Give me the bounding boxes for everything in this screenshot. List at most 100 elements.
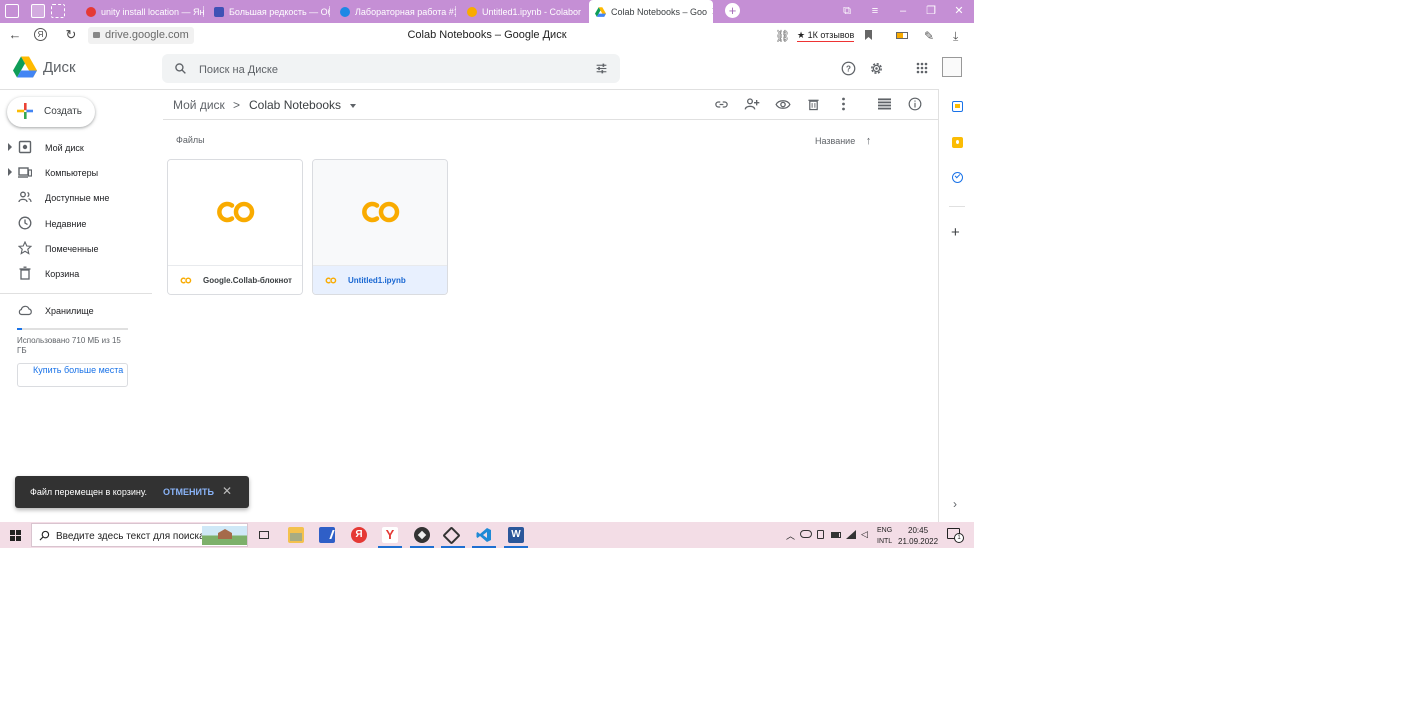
share-person-add-icon[interactable] (744, 96, 760, 112)
search-box[interactable] (162, 54, 620, 83)
expand-arrow-icon[interactable] (8, 168, 12, 176)
wifi-icon[interactable] (846, 530, 856, 539)
lang-bottom: INTL (877, 538, 893, 545)
collections-icon[interactable] (51, 4, 65, 18)
expand-arrow-icon[interactable] (8, 143, 12, 151)
search-options-icon[interactable] (595, 62, 608, 75)
browser-tab-active[interactable]: Colab Notebooks – Goo ✕ (589, 0, 713, 23)
more-vertical-icon[interactable] (841, 97, 846, 111)
buy-storage-button[interactable]: Купить больше места (17, 363, 128, 387)
breadcrumb-root[interactable]: Мой диск (173, 98, 225, 112)
taskbar-search-box[interactable]: Введите здесь текст для поиска (31, 523, 248, 547)
add-addon-plus-icon[interactable]: + (951, 225, 960, 240)
file-card-footer: Google.Collab-блокнот (168, 265, 302, 294)
nav-item-my-drive[interactable]: Мой диск (0, 137, 150, 159)
lang-top: ENG (877, 527, 893, 534)
chevron-down-icon[interactable] (350, 103, 357, 108)
preview-eye-icon[interactable] (775, 97, 791, 112)
download-icon[interactable]: ⤓ (953, 29, 958, 44)
delete-trash-icon[interactable] (807, 97, 820, 111)
sort-by-name-button[interactable]: Название ↑ (815, 135, 871, 147)
close-window-icon[interactable]: ✕ (948, 0, 970, 23)
nav-divider (0, 293, 152, 294)
phone-link-icon[interactable] (817, 530, 824, 539)
yandex-app-icon[interactable]: Я (351, 527, 367, 543)
nav-item-label: Компьютеры (45, 168, 99, 178)
nav-item-trash[interactable]: Корзина (0, 263, 150, 285)
unity-hub-icon[interactable] (414, 527, 430, 543)
help-icon[interactable]: ? (841, 61, 856, 76)
nav-item-label: Недавние (45, 219, 87, 229)
task-view-icon[interactable] (257, 527, 273, 543)
onedrive-icon[interactable] (800, 530, 812, 538)
arrow-up-icon[interactable]: ↑ (866, 135, 872, 147)
search-icon[interactable] (174, 62, 187, 75)
search-input[interactable] (197, 60, 581, 79)
cloud-icon (18, 305, 32, 316)
clock-date: 21.09.2022 (898, 537, 939, 546)
sort-label: Название (815, 136, 856, 146)
battery-icon[interactable] (831, 532, 841, 538)
browser-tab[interactable]: Лабораторная работа #1 (340, 0, 456, 23)
snackbar-close-icon[interactable]: ✕ (222, 484, 232, 498)
browser-tab[interactable]: Большая редкость — Об (214, 0, 330, 23)
window-tabs-icon[interactable]: ⧉ (836, 0, 858, 23)
remote-app-icon[interactable] (319, 527, 335, 543)
colab-favicon-icon (467, 6, 477, 17)
close-tab-icon[interactable]: ✕ (707, 5, 713, 18)
browser-tab[interactable]: Untitled1.ipynb - Colabor (467, 0, 582, 23)
file-explorer-icon[interactable] (288, 527, 304, 543)
link-icon[interactable]: ⛓ (775, 29, 790, 43)
system-clock[interactable]: 20:45 21.09.2022 (898, 525, 938, 547)
google-apps-icon[interactable] (916, 62, 928, 74)
tray-chevron-up-icon[interactable]: ︿ (786, 529, 795, 542)
nav-item-shared[interactable]: Доступные мне (0, 187, 150, 209)
nav-item-computers[interactable]: Компьютеры (0, 162, 150, 184)
get-link-icon[interactable] (714, 97, 729, 112)
file-card-selected[interactable]: Untitled1.ipynb (312, 159, 448, 295)
extensions-icon[interactable]: ✎ (924, 29, 934, 43)
colab-file-type-icon (180, 277, 192, 284)
new-tab-button[interactable]: + (725, 3, 740, 18)
keep-icon[interactable] (952, 137, 963, 148)
input-language[interactable]: ENG INTL (877, 525, 892, 547)
account-avatar[interactable] (942, 57, 962, 77)
computers-icon (18, 167, 32, 178)
home-icon[interactable] (5, 4, 19, 18)
side-panel-divider (949, 206, 965, 207)
browser-tab[interactable]: unity install location — Ян (86, 0, 204, 23)
unity-icon[interactable] (442, 526, 461, 545)
create-button[interactable]: Создать (7, 97, 95, 127)
vscode-icon[interactable] (476, 527, 492, 543)
active-app-indicator (410, 546, 434, 548)
toolbar-divider (163, 119, 938, 120)
undo-button[interactable]: ОТМЕНИТЬ (163, 487, 214, 497)
chevron-right-icon[interactable]: › (953, 497, 957, 511)
reviews-link[interactable]: ★ 1К отзывов (797, 30, 855, 42)
list-view-icon[interactable] (878, 98, 891, 110)
google-drive-logo-icon[interactable] (13, 56, 37, 78)
nav-item-storage[interactable]: Хранилище (0, 300, 150, 322)
nav-item-recent[interactable]: Недавние (0, 213, 150, 235)
windows-taskbar: Введите здесь текст для поиска Я Y W ︿ ◁… (0, 522, 974, 548)
nav-item-starred[interactable]: Помеченные (0, 238, 150, 260)
calendar-icon[interactable] (952, 101, 963, 112)
speaker-icon[interactable]: ◁ (861, 529, 868, 540)
tasks-icon[interactable] (952, 172, 963, 183)
settings-gear-icon[interactable] (869, 61, 884, 76)
windows-start-icon[interactable] (10, 530, 21, 541)
info-icon[interactable] (908, 97, 922, 111)
minimize-icon[interactable]: – (892, 0, 914, 23)
maximize-icon[interactable]: ❐ (920, 0, 942, 23)
colab-logo-icon (362, 201, 400, 223)
word-icon[interactable]: W (508, 527, 524, 543)
tab-list-icon[interactable] (31, 4, 45, 18)
battery-saver-icon[interactable] (896, 32, 908, 39)
file-card[interactable]: Google.Collab-блокнот (167, 159, 303, 295)
breadcrumb-current-folder[interactable]: Colab Notebooks (249, 98, 357, 112)
notifications-icon[interactable]: 1 (947, 528, 964, 543)
storage-used-text: Использовано 710 МБ из 15 ГБ (17, 336, 121, 355)
browser-menu-icon[interactable]: ≡ (864, 0, 886, 23)
yandex-browser-icon[interactable]: Y (382, 527, 398, 543)
clock-icon (18, 216, 32, 230)
